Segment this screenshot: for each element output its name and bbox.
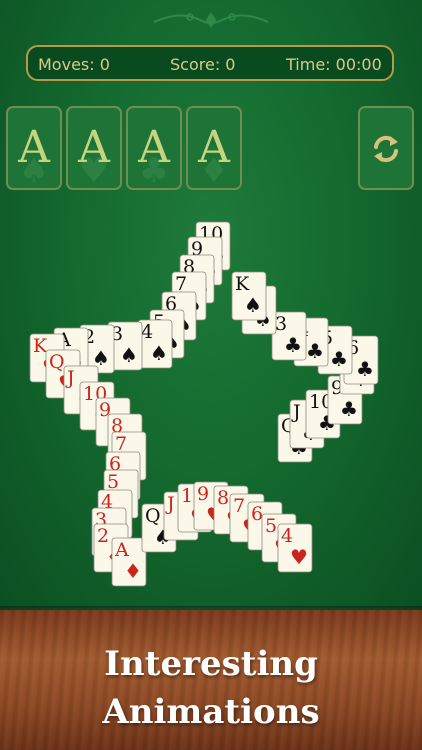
card-suit-icon: ♣ xyxy=(306,339,324,363)
card-rank: J xyxy=(291,401,301,423)
card-suit-icon: ♠ xyxy=(120,343,138,367)
card-rank: 4 xyxy=(141,321,153,343)
card-suit-icon: ♥ xyxy=(290,545,308,569)
time-value: 00:00 xyxy=(335,55,382,74)
card-rank: Q xyxy=(49,351,65,373)
score-value: 0 xyxy=(225,55,236,74)
foundation-rank: A xyxy=(78,122,110,173)
foundation-pile-4[interactable]: ♦ A xyxy=(186,106,242,190)
card-rank: A xyxy=(114,539,129,561)
card-suit-icon: ♣ xyxy=(356,357,374,381)
score-display: Score: 0 xyxy=(170,55,235,74)
moves-label: Moves: xyxy=(38,55,95,74)
score-label: Score: xyxy=(170,55,221,74)
time-label: Time: xyxy=(286,55,331,74)
card-rank: 4 xyxy=(281,525,293,547)
card-suit-icon: ♦ xyxy=(124,559,142,583)
card-rank: 9 xyxy=(197,483,209,505)
caption-line-2: Animations xyxy=(102,692,320,732)
star-card[interactable]: 4♠ xyxy=(137,319,173,369)
moves-value: 0 xyxy=(99,55,110,74)
card-rank: 2 xyxy=(97,525,109,547)
card-rank: 6 xyxy=(251,503,263,525)
card-rank: Q xyxy=(145,505,161,527)
card-rank: 5 xyxy=(265,515,277,537)
caption-line-1: Interesting xyxy=(104,644,318,684)
card-rank: K xyxy=(235,273,250,295)
star-card[interactable]: 4♥ xyxy=(277,523,313,573)
top-ornament xyxy=(153,12,269,28)
foundation-rank: A xyxy=(198,122,230,173)
card-suit-icon: ♣ xyxy=(330,347,348,371)
foundation-pile-2[interactable]: ♥ A xyxy=(66,106,122,190)
status-bar: Moves: 0 Score: 0 Time: 00:00 xyxy=(26,45,394,81)
card-suit-icon: ♠ xyxy=(150,341,168,365)
card-star-formation: 10♠9♠8♠7♠6♠5♠4♠3♠2♠A♠K♥Q♥J♦10♦9♦8♦7♦6♦5♦… xyxy=(29,221,379,587)
card-rank: 7 xyxy=(233,495,245,517)
card-rank: 3 xyxy=(275,313,287,335)
star-card[interactable]: K♠ xyxy=(231,271,267,321)
card-rank: J xyxy=(65,367,75,389)
card-suit-icon: ♠ xyxy=(244,293,262,317)
card-rank: J xyxy=(165,493,175,515)
star-card[interactable]: A♦ xyxy=(111,537,147,587)
restart-button[interactable] xyxy=(358,106,414,190)
time-display: Time: 00:00 xyxy=(286,55,382,74)
card-suit-icon: ♣ xyxy=(284,333,302,357)
foundation-pile-3[interactable]: ♣ A xyxy=(126,106,182,190)
foundation-rank: A xyxy=(18,122,50,173)
star-card[interactable]: 3♣ xyxy=(271,311,307,361)
card-suit-icon: ♣ xyxy=(340,397,358,421)
refresh-icon xyxy=(374,135,398,163)
moves-display: Moves: 0 xyxy=(38,55,110,74)
card-rank: 8 xyxy=(217,487,229,509)
foundation-pile-1[interactable]: ♠ A xyxy=(6,106,62,190)
foundation-rank: A xyxy=(138,122,170,173)
